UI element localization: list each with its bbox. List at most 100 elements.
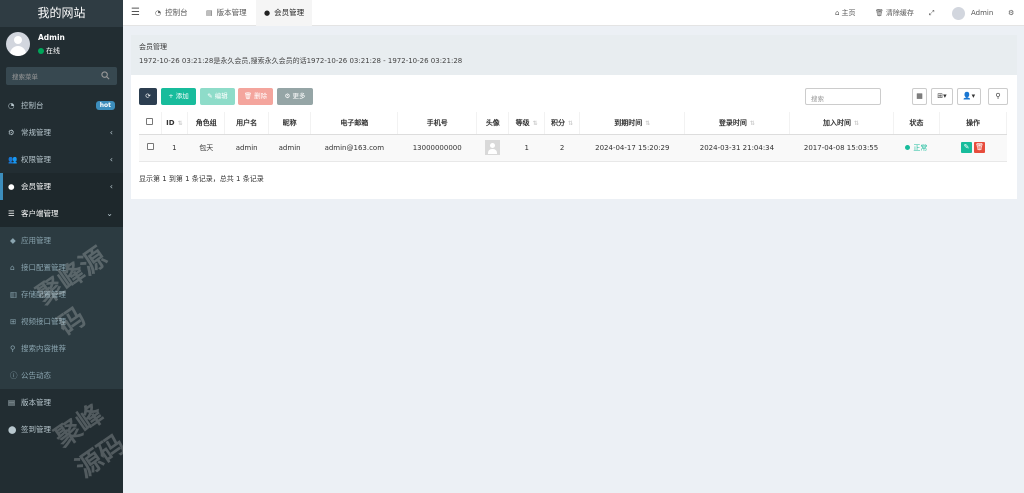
sidebar-item-storage-config[interactable]: ▥ 存储配置管理 [0,281,123,308]
diamond-icon: ◆ [10,236,16,245]
search-icon: ⚲ [995,92,1001,100]
site-title[interactable]: 我的网站 [0,0,123,27]
search-icon[interactable] [101,71,110,80]
sidebar-item-label: 搜索内容推荐 [21,344,66,353]
sort-icon: ⇅ [854,119,860,127]
main-panel: 会员管理 1972-10-26 03:21:28是永久会员,搜索永久会员的话19… [131,35,1017,199]
table-search-input[interactable]: 搜索 [805,88,881,105]
sidebar-item-video-api[interactable]: ⊞ 视频接口管理 [0,308,123,335]
export-button[interactable]: ▦ [912,88,927,105]
checkbox-icon[interactable] [146,143,154,150]
columns-toggle-button[interactable]: ⊞▾ [931,88,953,105]
cell-mobile: 13000000000 [397,134,477,162]
edit-label: 编辑 [214,92,228,100]
row-checkbox[interactable] [139,134,162,162]
user-panel: Admin 在线 [0,27,123,61]
tab-label: 控制台 [165,8,188,17]
col-email: 电子邮箱 [310,112,399,135]
grid-icon: ⊞▾ [937,92,947,100]
sidebar-item-api-config[interactable]: ⌂ 接口配置管理 [0,254,123,281]
user-circle-icon: ● [8,182,15,191]
table-row[interactable]: 1 包天 admin admin admin@163.com 130000000… [139,134,1007,162]
tab-member[interactable]: ● 会员管理 [256,0,313,26]
file-icon: ▤ [206,9,213,17]
top-user-name[interactable]: Admin [971,0,993,26]
sidebar-item-client[interactable]: ☰ 客户端管理 ⌄ [0,200,123,227]
home-link[interactable]: ⌂ 主页 [835,0,855,26]
settings-button[interactable]: ⚙ [1008,0,1014,26]
menu-search-input[interactable]: 搜索菜单 [6,67,117,85]
col-label: 角色组 [195,118,217,127]
file-export-icon: ▦ [916,92,923,100]
row-delete-button[interactable]: 🗑 [974,142,986,153]
chevron-left-icon: ‹ [109,155,113,164]
map-marker-icon: ⬤ [8,425,17,434]
expand-icon: ⤢ [929,9,935,17]
col-expire-time[interactable]: 到期时间 ⇅ [579,112,686,135]
delete-button[interactable]: 🗑 删除 [238,88,273,105]
online-dot-icon [38,48,44,54]
sidebar-item-label: 客户端管理 [21,209,59,218]
sidebar-item-apps[interactable]: ◆ 应用管理 [0,227,123,254]
sidebar-item-auth[interactable]: 👥 权限管理 ‹ [0,146,123,173]
hot-badge: hot [95,101,115,110]
col-join-time[interactable]: 加入时间 ⇅ [789,112,894,135]
avatar-thumbnail[interactable] [485,140,501,155]
add-button[interactable]: + 添加 [161,88,196,105]
add-label: 添加 [175,92,189,100]
menu-toggle-icon[interactable]: ☰ [131,7,140,18]
top-avatar[interactable] [952,7,965,20]
col-score[interactable]: 积分 ⇅ [544,112,581,135]
col-id[interactable]: ID ⇅ [161,112,189,135]
file-icon: ▤ [8,398,16,407]
sidebar-item-label: 公告动态 [21,371,51,380]
col-label: 登录时间 [718,118,747,127]
gears-icon: ⚙ [8,128,15,137]
col-status: 状态 [893,112,941,135]
avatar [6,32,30,56]
status-badge: 正常 [905,144,927,152]
group-icon: 👥 [8,155,18,164]
chevron-down-icon: ⌄ [106,209,113,218]
col-avatar: 头像 [476,112,510,135]
trash-icon: 🗑 [975,143,984,151]
select-all-checkbox[interactable] [139,112,162,135]
sidebar-item-version[interactable]: ▤ 版本管理 [0,389,123,416]
cell-avatar [476,134,509,162]
col-level[interactable]: 等级 ⇅ [508,112,545,135]
sidebar-item-dashboard[interactable]: ◔ 控制台 hot [0,92,123,119]
plus-icon: + [168,92,176,100]
cell-score: 2 [544,134,580,162]
col-label: 等级 [515,118,530,127]
sidebar-menu: ◔ 控制台 hot ⚙ 常规管理 ‹ 👥 权限管理 ‹ ● 会员管理 ‹ ☰ 客… [0,92,123,443]
user-filter-button[interactable]: 👤▾ [957,88,981,105]
home-icon: ⌂ [10,263,15,272]
col-login-time[interactable]: 登录时间 ⇅ [684,112,790,135]
fullscreen-button[interactable]: ⤢ [929,0,935,26]
refresh-icon: ⟳ [145,92,151,100]
refresh-button[interactable]: ⟳ [139,88,157,105]
more-button[interactable]: ⚙ 更多 [277,88,313,105]
col-label: 状态 [909,118,924,127]
sitemap-icon: ⊞ [10,317,17,326]
dashboard-icon: ◔ [8,101,15,110]
sidebar-item-general[interactable]: ⚙ 常规管理 ‹ [0,119,123,146]
user-icon: ● [264,9,271,17]
tab-dashboard[interactable]: ◔ 控制台 [147,0,196,26]
sidebar-item-announcements[interactable]: ⓘ 公告动态 [0,362,123,389]
col-label: 手机号 [426,118,448,127]
sidebar-item-checkin[interactable]: ⬤ 签到管理 [0,416,123,443]
sidebar-item-label: 视频接口管理 [21,317,66,326]
sidebar-item-search-recommend[interactable]: ⚲ 搜索内容推荐 [0,335,123,362]
checkbox-icon[interactable] [146,118,154,126]
clear-cache-link[interactable]: 🗑 清除缓存 [875,0,914,26]
delete-label: 删除 [254,92,268,100]
advanced-search-button[interactable]: ⚲ [988,88,1008,105]
menu-search-placeholder: 搜索菜单 [12,73,38,81]
edit-button[interactable]: ✎ 编辑 [200,88,235,105]
tab-version[interactable]: ▤ 版本管理 [198,0,255,26]
sidebar-item-member[interactable]: ● 会员管理 ‹ [0,173,123,200]
row-edit-button[interactable]: ✎ [961,142,973,153]
user-status-label: 在线 [46,47,60,55]
sort-icon: ⇅ [749,119,755,127]
